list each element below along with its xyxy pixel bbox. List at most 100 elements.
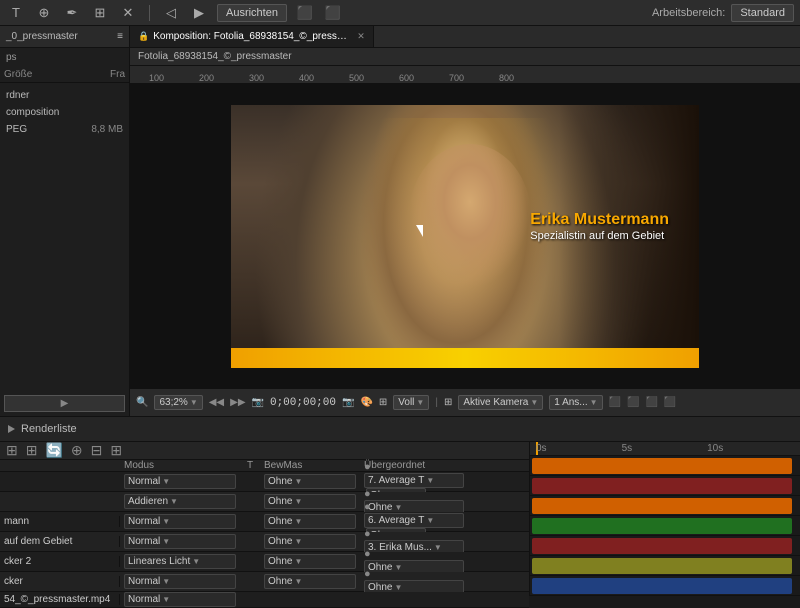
layer-bewmas-1: Ohne▼ <box>260 494 360 509</box>
time-label-0: 0s <box>536 443 547 454</box>
nav-icon-next[interactable]: ▶▶ <box>230 397 245 408</box>
tl-icon-6[interactable]: ⊞ <box>110 442 122 459</box>
layer-bewmas-4: Ohne▼ <box>260 554 360 569</box>
tool-icon-3[interactable]: ✒ <box>62 4 82 22</box>
time-label-2: 10s <box>707 443 723 454</box>
bewmas-dropdown-4[interactable]: Ohne▼ <box>264 554 356 569</box>
bewmas-dropdown-3[interactable]: Ohne▼ <box>264 534 356 549</box>
view-icon-2[interactable]: ⬛ <box>627 397 639 408</box>
cursor-arrow <box>416 225 423 237</box>
table-row: 54_©_pressmaster.mp4 Normal▼ <box>0 592 529 608</box>
tl-icon-5[interactable]: ⊟ <box>91 442 103 459</box>
bewmas-dropdown-2[interactable]: Ohne▼ <box>264 514 356 529</box>
ruler-tick-800: 800 <box>499 73 514 83</box>
tool-icon-8[interactable]: ⬛ <box>295 4 315 22</box>
tool-icon-6[interactable]: ◁ <box>161 4 181 22</box>
bewmas-dropdown-5[interactable]: Ohne▼ <box>264 574 356 589</box>
track-clip-3 <box>532 518 792 534</box>
tool-icon-2[interactable]: ⊕ <box>34 4 54 22</box>
ausrichten-button[interactable]: Ausrichten <box>217 4 287 22</box>
track-row-3 <box>530 516 800 536</box>
tool-icon-7[interactable]: ▶ <box>189 4 209 22</box>
view-icon-3[interactable]: ⬛ <box>645 397 657 408</box>
color-icon: 🎨 <box>360 397 372 408</box>
camera-value: Aktive Kamera <box>463 397 528 408</box>
video-bar-bottom <box>231 348 699 368</box>
workspace-area: Arbeitsbereich: Standard <box>652 4 794 22</box>
time-label-1: 5s <box>622 443 633 454</box>
view-value: 1 Ans... <box>554 397 587 408</box>
timeline-right: 0s 5s 10s <box>530 442 800 596</box>
comp-tab-main[interactable]: 🔒 Komposition: Fotolia_68938154_©_pressm… <box>130 26 374 47</box>
tl-icon-2[interactable]: ⊞ <box>26 442 38 459</box>
tl-icon-4[interactable]: ⊕ <box>71 442 83 459</box>
left-file-item-comp[interactable]: composition <box>0 104 129 121</box>
layer-modus-1: Addieren▼ <box>120 494 240 509</box>
camera-icon: 📷 <box>252 397 264 408</box>
ruler-tick-700: 700 <box>449 73 464 83</box>
video-bg: Erika Mustermann Spezialistin auf dem Ge… <box>231 105 699 368</box>
snapshot-icon[interactable]: 📷 <box>342 397 354 408</box>
eye-icon-0: ● <box>364 461 371 473</box>
comp-filename: Fotolia_68938154_©_pressmaster <box>138 51 292 62</box>
left-panel-bottom-btn[interactable]: ▶ <box>4 395 125 412</box>
ruler-tick-600: 600 <box>399 73 414 83</box>
ruler-tick-300: 300 <box>249 73 264 83</box>
text-tool-icon[interactable]: T <box>6 4 26 22</box>
view-icon-4[interactable]: ⬛ <box>664 397 676 408</box>
modus-dropdown-5[interactable]: Normal▼ <box>124 574 236 589</box>
zoom-dropdown[interactable]: 63;2% ▼ <box>154 395 202 410</box>
tool-icon-4[interactable]: ⊞ <box>90 4 110 22</box>
nav-icon-prev[interactable]: ◀◀ <box>209 397 224 408</box>
view-icon-1[interactable]: ⬛ <box>609 397 621 408</box>
tl-time-ruler: 0s 5s 10s <box>530 442 800 456</box>
modus-dropdown-0[interactable]: Normal▼ <box>124 474 236 489</box>
track-clip-4 <box>532 538 792 554</box>
layer-modus-4: Lineares Licht▼ <box>120 554 240 569</box>
modus-dropdown-4[interactable]: Lineares Licht▼ <box>124 554 236 569</box>
layer-modus-0: Normal▼ <box>120 474 240 489</box>
modus-dropdown-2[interactable]: Normal▼ <box>124 514 236 529</box>
tool-icon-5[interactable]: ✕ <box>118 4 138 22</box>
timecode-display: 0;00;00;00 <box>270 397 336 409</box>
eye-icon-3: ● <box>364 528 371 540</box>
camera-dropdown[interactable]: Aktive Kamera ▼ <box>458 395 543 410</box>
quality-dropdown[interactable]: Voll ▼ <box>393 395 429 410</box>
render-bar-expand-icon[interactable] <box>8 425 15 433</box>
uber-dropdown-2[interactable]: 6. Average T▼ <box>364 513 464 528</box>
tl-t-header: T <box>240 460 260 471</box>
comp-panel: 🔒 Komposition: Fotolia_68938154_©_pressm… <box>130 26 800 416</box>
track-clip-6 <box>532 578 792 594</box>
modus-dropdown-1[interactable]: Addieren▼ <box>124 494 236 509</box>
left-panel-col-headers: Größe Fra <box>0 67 129 83</box>
layer-uber-5: ● Ohne▼ <box>360 568 510 595</box>
modus-dropdown-3[interactable]: Normal▼ <box>124 534 236 549</box>
ruler-tick-500: 500 <box>349 73 364 83</box>
eye-icon-1: ● <box>364 488 371 500</box>
view-dropdown[interactable]: 1 Ans... ▼ <box>549 395 602 410</box>
comp-tab-close-icon[interactable]: ✕ <box>357 31 365 42</box>
track-row-4 <box>530 536 800 556</box>
comp-viewport[interactable]: Erika Mustermann Spezialistin auf dem Ge… <box>130 84 800 388</box>
left-file-item-jpeg[interactable]: PEG 8,8 MB <box>0 121 129 138</box>
bewmas-dropdown-1[interactable]: Ohne▼ <box>264 494 356 509</box>
grid-icon: ⊞ <box>379 397 387 408</box>
uber-dropdown-0[interactable]: 7. Average T▼ <box>364 473 464 488</box>
bewmas-dropdown-0[interactable]: Ohne▼ <box>264 474 356 489</box>
left-panel-menu-icon[interactable]: ≡ <box>117 31 123 42</box>
track-row-6 <box>530 576 800 596</box>
tool-icon-9[interactable]: ⬛ <box>323 4 343 22</box>
track-row-2 <box>530 496 800 516</box>
comp-ruler: 100 200 300 400 500 600 700 800 <box>130 66 800 84</box>
workspace-standard-button[interactable]: Standard <box>731 4 794 22</box>
ruler-tick-400: 400 <box>299 73 314 83</box>
separator-1 <box>149 5 150 21</box>
ruler-tick-100: 100 <box>149 73 164 83</box>
left-file-item-folder[interactable]: rdner <box>0 87 129 104</box>
tl-icon-3[interactable]: 🔄 <box>45 442 62 459</box>
layer-bewmas-0: Ohne▼ <box>260 474 360 489</box>
ruler-ticks: 100 200 300 400 500 600 700 800 <box>134 66 796 83</box>
layer-name-2: mann <box>0 516 120 527</box>
track-row-5 <box>530 556 800 576</box>
tl-icon-1[interactable]: ⊞ <box>6 442 18 459</box>
